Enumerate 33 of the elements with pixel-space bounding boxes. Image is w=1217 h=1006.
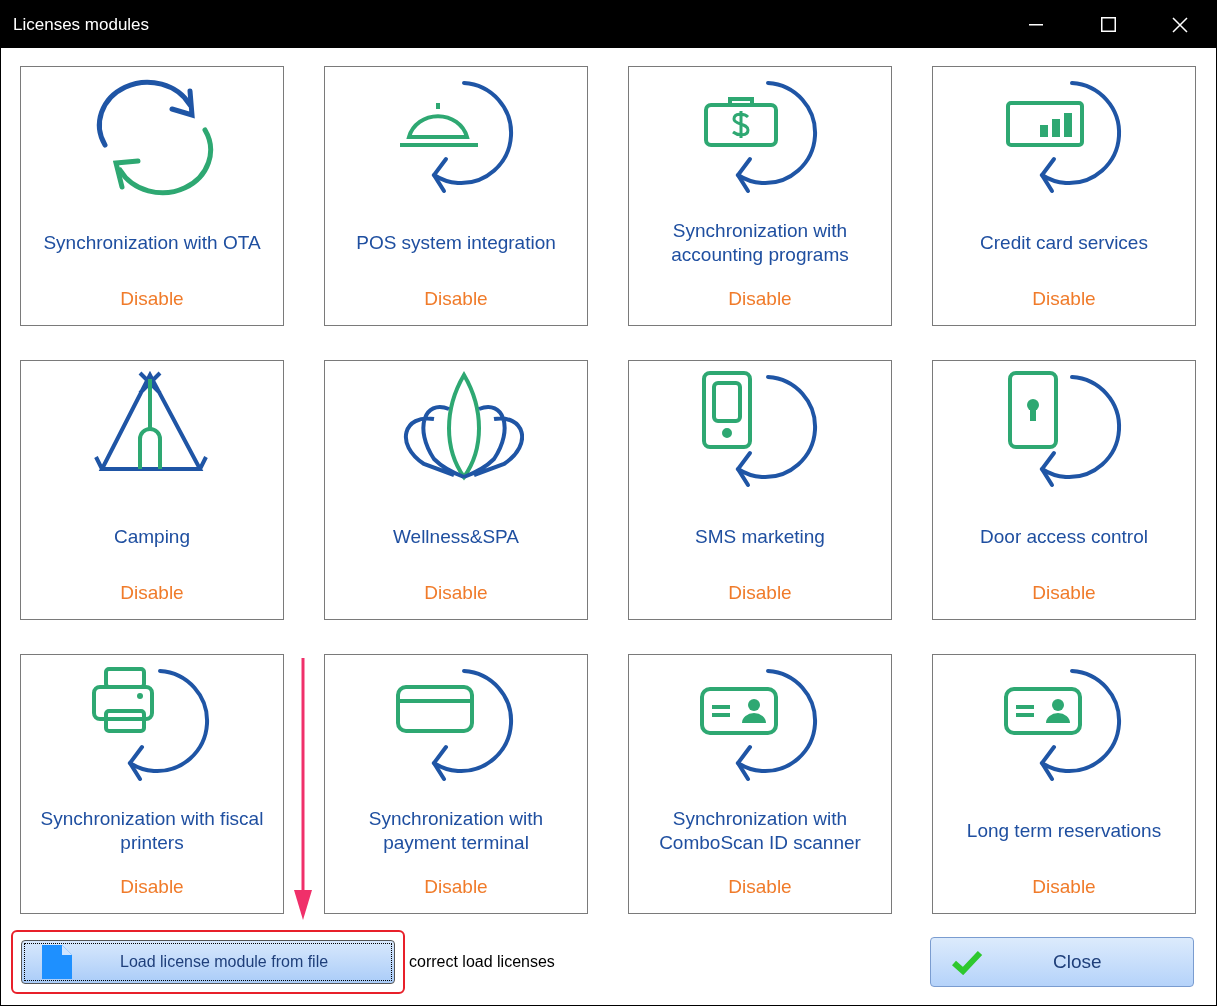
module-tile[interactable]: Wellness&SPA Disable <box>324 360 588 620</box>
module-name: Synchronization with ComboScan ID scanner <box>658 806 862 855</box>
minimize-icon <box>1029 23 1043 26</box>
module-name: POS system integration <box>356 230 556 255</box>
maximize-icon <box>1100 17 1116 32</box>
module-tile[interactable]: Synchronization with fiscal printers Disable <box>20 654 284 914</box>
module-name: Synchronization with payment terminal <box>367 806 545 855</box>
close-button[interactable]: Close <box>930 937 1194 987</box>
module-name: Synchronization with accounting programs <box>670 218 850 267</box>
module-name: Door access control <box>980 524 1148 549</box>
module-tile[interactable]: Long term reservations Disable <box>932 654 1196 914</box>
module-tile[interactable]: Synchronization with payment terminal Disable <box>324 654 588 914</box>
module-tile[interactable]: SMS marketing Disable <box>628 360 892 620</box>
module-name: Synchronization with fiscal printers <box>39 806 265 855</box>
file-icon <box>42 945 72 979</box>
load-status-text: correct load licenses <box>409 952 556 972</box>
module-tile[interactable]: Synchronization with ComboScan ID scanner Disable <box>628 654 892 914</box>
module-name: Synchronization with OTA <box>43 230 261 255</box>
module-name: Long term reservations <box>966 818 1162 843</box>
window-title: Licenses modules <box>13 13 151 36</box>
module-name: Camping <box>113 524 190 549</box>
load-license-button[interactable]: Load license module from file <box>21 940 395 984</box>
module-tile[interactable]: Camping Disable <box>20 360 284 620</box>
module-tile[interactable]: Credit card services Disable <box>932 66 1196 326</box>
module-tile[interactable]: Synchronization with OTA Disable <box>20 66 284 326</box>
close-icon <box>1172 16 1188 33</box>
module-name: Wellness&SPA <box>393 524 519 549</box>
module-tile[interactable]: POS system integration Disable <box>324 66 588 326</box>
module-tile[interactable]: Door access control Disable <box>932 360 1196 620</box>
module-name: Credit card services <box>980 230 1148 255</box>
module-tile[interactable]: Synchronization with accounting programs Disable <box>628 66 892 326</box>
checkmark-icon <box>951 949 983 975</box>
module-name: SMS marketing <box>695 524 825 549</box>
